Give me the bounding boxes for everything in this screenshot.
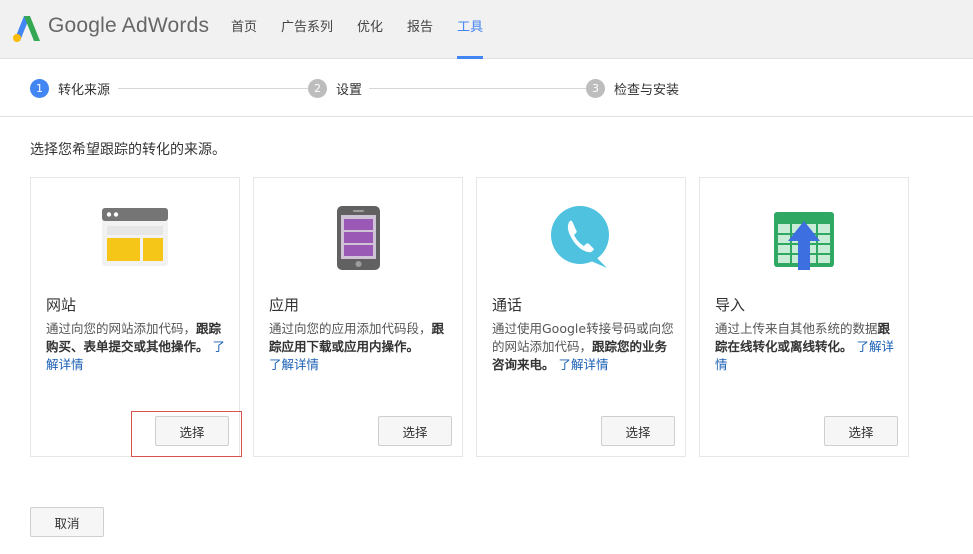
step-review-install: 3 检查与安装 [586, 78, 679, 98]
step-label: 设置 [336, 82, 363, 98]
mobile-app-icon [337, 206, 380, 270]
nav-reports[interactable]: 报告 [407, 0, 433, 59]
source-card-website: 网站 通过向您的网站添加代码，跟踪购买、表单提交或其他操作。 了解详情 选择 [30, 177, 240, 457]
main-nav: 首页 广告系列 优化 报告 工具 [231, 0, 507, 59]
nav-optimize[interactable]: 优化 [357, 0, 383, 59]
card-title: 导入 [715, 296, 746, 314]
card-title: 应用 [269, 296, 300, 314]
intro-text: 选择您希望跟踪的转化的来源。 [30, 142, 226, 158]
select-website-button[interactable]: 选择 [155, 416, 229, 446]
step-settings: 2 设置 [308, 78, 362, 98]
website-icon [102, 208, 168, 266]
nav-tools[interactable]: 工具 [457, 0, 484, 59]
brand-name[interactable]: Google AdWords [48, 14, 209, 38]
phone-call-icon [551, 206, 609, 268]
source-card-app: 应用 通过向您的应用添加代码段，跟踪应用下载或应用内操作。 了解详情 选择 [253, 177, 463, 457]
step-label: 转化来源 [58, 82, 111, 98]
step-label: 检查与安装 [614, 82, 680, 98]
top-bar: Google AdWords 首页 广告系列 优化 报告 工具 [0, 0, 973, 59]
nav-campaigns[interactable]: 广告系列 [281, 0, 333, 59]
source-card-import: 导入 通过上传来自其他系统的数据跟踪在线转化或离线转化。 了解详情 选择 [699, 177, 909, 457]
card-description: 通过向您的网站添加代码，跟踪购买、表单提交或其他操作。 了解详情 [46, 321, 226, 372]
step-connector [369, 88, 586, 89]
select-import-button[interactable]: 选择 [824, 416, 898, 446]
card-title: 网站 [46, 296, 77, 314]
source-card-calls: 通话 通过使用Google转接号码或向您的网站添加代码，跟踪您的业务咨询来电。 … [476, 177, 686, 457]
step-number: 2 [308, 78, 327, 98]
select-app-button[interactable]: 选择 [378, 416, 452, 446]
learn-more-link[interactable]: 了解详情 [559, 357, 609, 372]
cancel-button[interactable]: 取消 [30, 507, 104, 537]
card-description: 通过上传来自其他系统的数据跟踪在线转化或离线转化。 了解详情 [715, 321, 895, 372]
learn-more-link[interactable]: 了解详情 [269, 357, 319, 372]
step-number: 3 [586, 78, 605, 98]
nav-home[interactable]: 首页 [231, 0, 257, 59]
step-conversion-source: 1 转化来源 [30, 78, 110, 98]
adwords-logo-icon[interactable] [10, 13, 42, 43]
card-title: 通话 [492, 296, 523, 314]
progress-stepper: 1 转化来源 2 设置 3 检查与安装 [0, 60, 973, 117]
import-spreadsheet-icon [774, 212, 834, 270]
step-number: 1 [30, 78, 49, 98]
card-description: 通过向您的应用添加代码段，跟踪应用下载或应用内操作。 了解详情 [269, 321, 445, 372]
select-calls-button[interactable]: 选择 [601, 416, 675, 446]
card-description: 通过使用Google转接号码或向您的网站添加代码，跟踪您的业务咨询来电。 了解详… [492, 321, 674, 372]
step-connector [118, 88, 308, 89]
